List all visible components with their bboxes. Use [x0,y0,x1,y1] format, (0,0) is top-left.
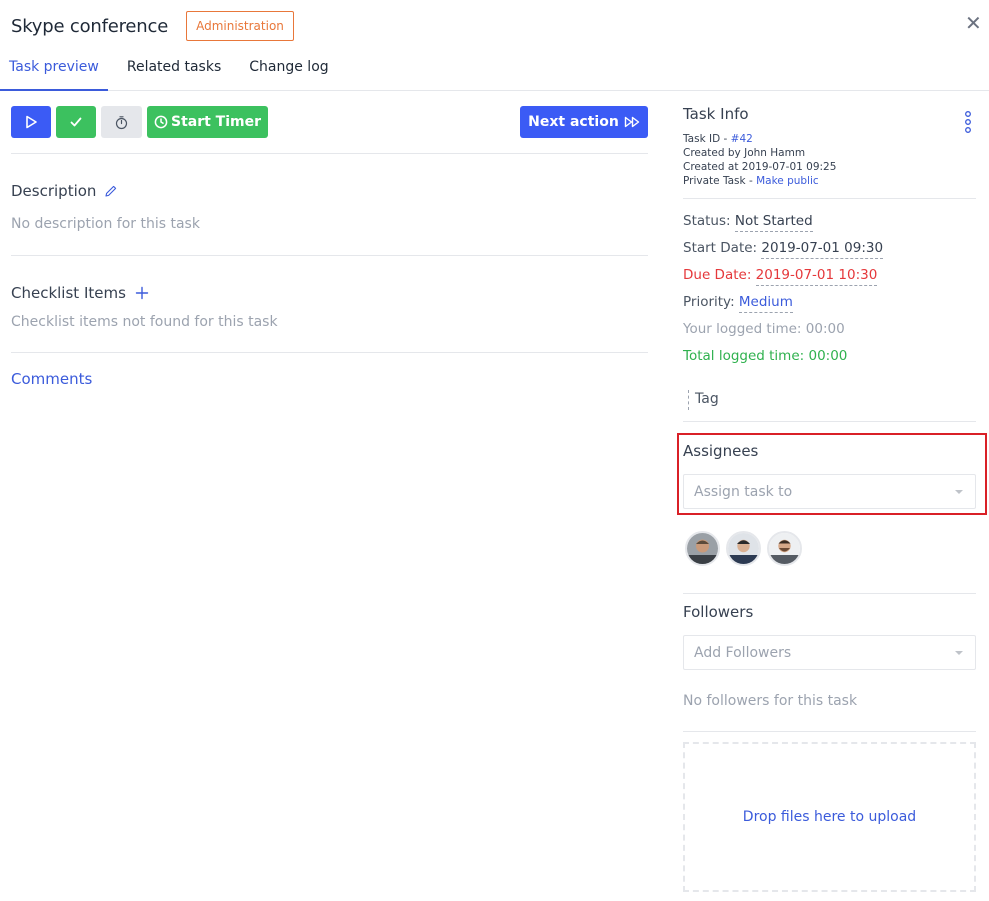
description-section: Description No description for this task [11,154,648,256]
start-date-label: Start Date: [683,240,762,256]
checklist-empty-text: Checklist items not found for this task [11,314,278,330]
task-title: Skype conference [11,15,169,37]
divider [683,198,976,199]
chevron-down-icon [955,490,963,494]
assign-task-placeholder: Assign task to [694,484,793,500]
task-id-label: Task ID - [683,133,731,145]
status-value[interactable]: Not Started [734,213,813,232]
due-date-value[interactable]: 2019-07-01 10:30 [755,267,878,286]
divider [683,731,976,732]
project-badge[interactable]: Administration [186,11,294,41]
description-empty-text: No description for this task [11,216,200,232]
kebab-menu-icon[interactable] [964,111,972,133]
tab-change-log[interactable]: Change log [240,50,337,90]
task-main-panel: Start Timer Next action Description No d… [11,91,648,388]
clock-icon [154,115,168,129]
chevron-down-icon [955,651,963,655]
start-date-value[interactable]: 2019-07-01 09:30 [761,240,884,259]
file-dropzone[interactable]: Drop files here to upload [683,742,976,892]
created-by: Created by John Hamm [683,147,806,159]
close-icon[interactable]: ✕ [965,12,982,34]
next-action-button[interactable]: Next action [520,106,648,138]
checklist-heading: Checklist Items [11,284,149,302]
avatar[interactable] [685,531,720,566]
priority-row: Priority: Medium [683,294,793,313]
play-button[interactable] [11,106,51,138]
due-date-label: Due Date: [683,267,756,283]
assignees-heading: Assignees [683,442,759,460]
followers-heading: Followers [683,603,754,621]
make-public-link[interactable]: Make public [756,175,819,187]
tab-bar: Task preview Related tasks Change log [0,50,989,91]
next-action-label: Next action [528,114,619,130]
add-followers-placeholder: Add Followers [694,645,792,661]
no-followers-text: No followers for this task [683,693,858,709]
divider [683,593,976,594]
checklist-section: Checklist Items Checklist items not foun… [11,256,648,353]
modal-header: Skype conference Administration ✕ [11,11,989,41]
your-logged-time: Your logged time: 00:00 [683,321,845,337]
private-task-row: Private Task - Make public [683,174,836,188]
comments-link[interactable]: Comments [11,370,92,388]
tag-input[interactable]: Tag [688,390,719,410]
assignee-avatars [685,531,808,566]
task-id-row: Task ID - #42 [683,132,836,146]
add-plus-icon[interactable] [135,286,149,300]
edit-pencil-icon[interactable] [104,184,118,198]
private-task-label: Private Task - [683,175,757,187]
tab-task-preview[interactable]: Task preview [0,50,108,91]
description-title: Description [11,182,97,200]
dropzone-label: Drop files here to upload [742,809,917,825]
stopwatch-icon [115,115,128,129]
priority-label: Priority: [683,294,739,310]
start-timer-button[interactable]: Start Timer [147,106,268,138]
divider [683,421,976,422]
assign-task-select[interactable]: Assign task to [683,474,976,509]
check-icon [70,117,82,127]
created-at: Created at 2019-07-01 09:25 [683,161,837,173]
description-heading: Description [11,182,118,200]
task-id-link[interactable]: #42 [731,133,753,145]
total-logged-time: Total logged time: 00:00 [683,348,848,364]
priority-value[interactable]: Medium [738,294,793,313]
fast-forward-icon [624,116,640,128]
avatar[interactable] [726,531,761,566]
checklist-title: Checklist Items [11,284,126,302]
avatar[interactable] [767,531,802,566]
due-date-row: Due Date: 2019-07-01 10:30 [683,267,878,286]
task-meta: Task ID - #42 Created by John Hamm Creat… [683,132,836,188]
task-info-title: Task Info [683,105,749,123]
status-label: Status: [683,213,735,229]
status-row: Status: Not Started [683,213,813,232]
stopwatch-button[interactable] [101,106,142,138]
start-date-row: Start Date: 2019-07-01 09:30 [683,240,884,259]
add-followers-select[interactable]: Add Followers [683,635,976,670]
tab-related-tasks[interactable]: Related tasks [118,50,230,90]
task-toolbar: Start Timer Next action [11,91,648,154]
mark-complete-button[interactable] [56,106,96,138]
start-timer-label: Start Timer [170,114,262,130]
play-icon [26,115,37,129]
